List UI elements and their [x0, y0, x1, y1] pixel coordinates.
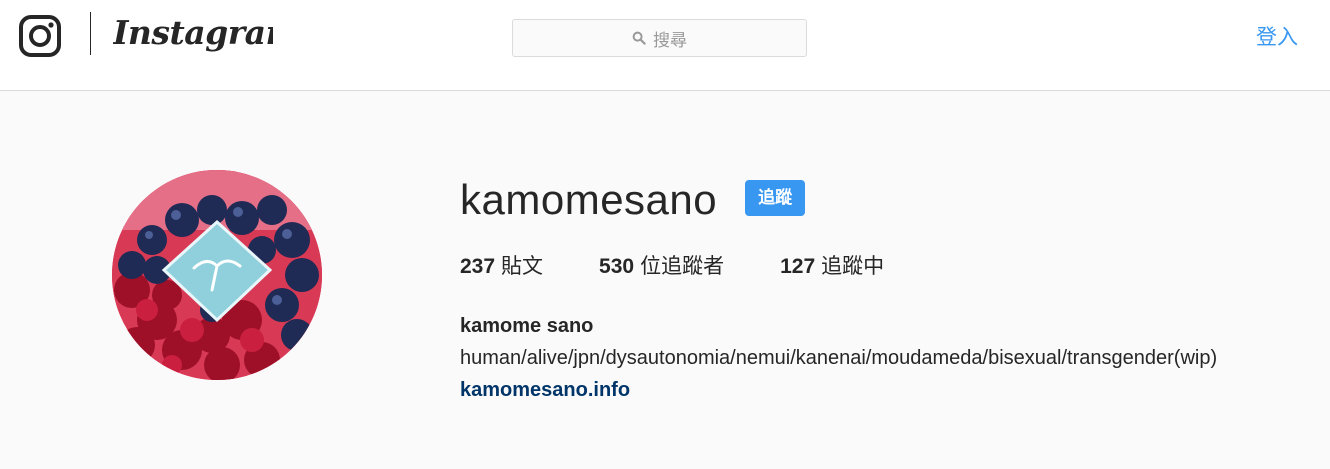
following-label: 追蹤中: [821, 255, 885, 278]
profile-info: kamomesano 追蹤 237 貼文 530 位追蹤者 127 追蹤中 kamom…: [460, 170, 1320, 406]
profile-bio: kamome sano human/alive/jpn/dysautonomia…: [460, 310, 1310, 406]
top-navigation-bar: Instagram 搜尋 登入: [0, 0, 1330, 91]
posts-stat: 237 貼文: [460, 252, 543, 282]
login-link[interactable]: 登入: [1256, 24, 1298, 52]
instagram-wordmark[interactable]: Instagram: [113, 10, 273, 60]
search-box[interactable]: 搜尋: [512, 19, 807, 57]
logo-divider: [90, 12, 91, 55]
following-stat[interactable]: 127 追蹤中: [780, 252, 884, 282]
profile-full-name: kamome sano: [460, 315, 594, 337]
instagram-glyph-icon[interactable]: [19, 15, 61, 57]
profile-bio-text: human/alive/jpn/dysautonomia/nemui/kanen…: [460, 347, 1218, 369]
profile-username: kamomesano: [460, 176, 718, 223]
profile-avatar[interactable]: [112, 170, 322, 380]
search-icon: [632, 31, 646, 45]
posts-count: 237: [460, 255, 496, 278]
profile-stats: 237 貼文 530 位追蹤者 127 追蹤中: [460, 252, 1320, 282]
following-count: 127: [780, 255, 816, 278]
search-placeholder: 搜尋: [653, 30, 687, 50]
followers-label: 位追蹤者: [640, 255, 725, 278]
posts-label: 貼文: [501, 255, 544, 278]
followers-count: 530: [599, 255, 635, 278]
followers-stat[interactable]: 530 位追蹤者: [599, 252, 724, 282]
avatar-image: [112, 170, 322, 380]
profile-name-row: kamomesano 追蹤: [460, 170, 1320, 230]
follow-button[interactable]: 追蹤: [745, 180, 806, 216]
svg-text:Instagram: Instagram: [113, 13, 273, 52]
profile-website-link[interactable]: kamomesano.info: [460, 379, 630, 401]
